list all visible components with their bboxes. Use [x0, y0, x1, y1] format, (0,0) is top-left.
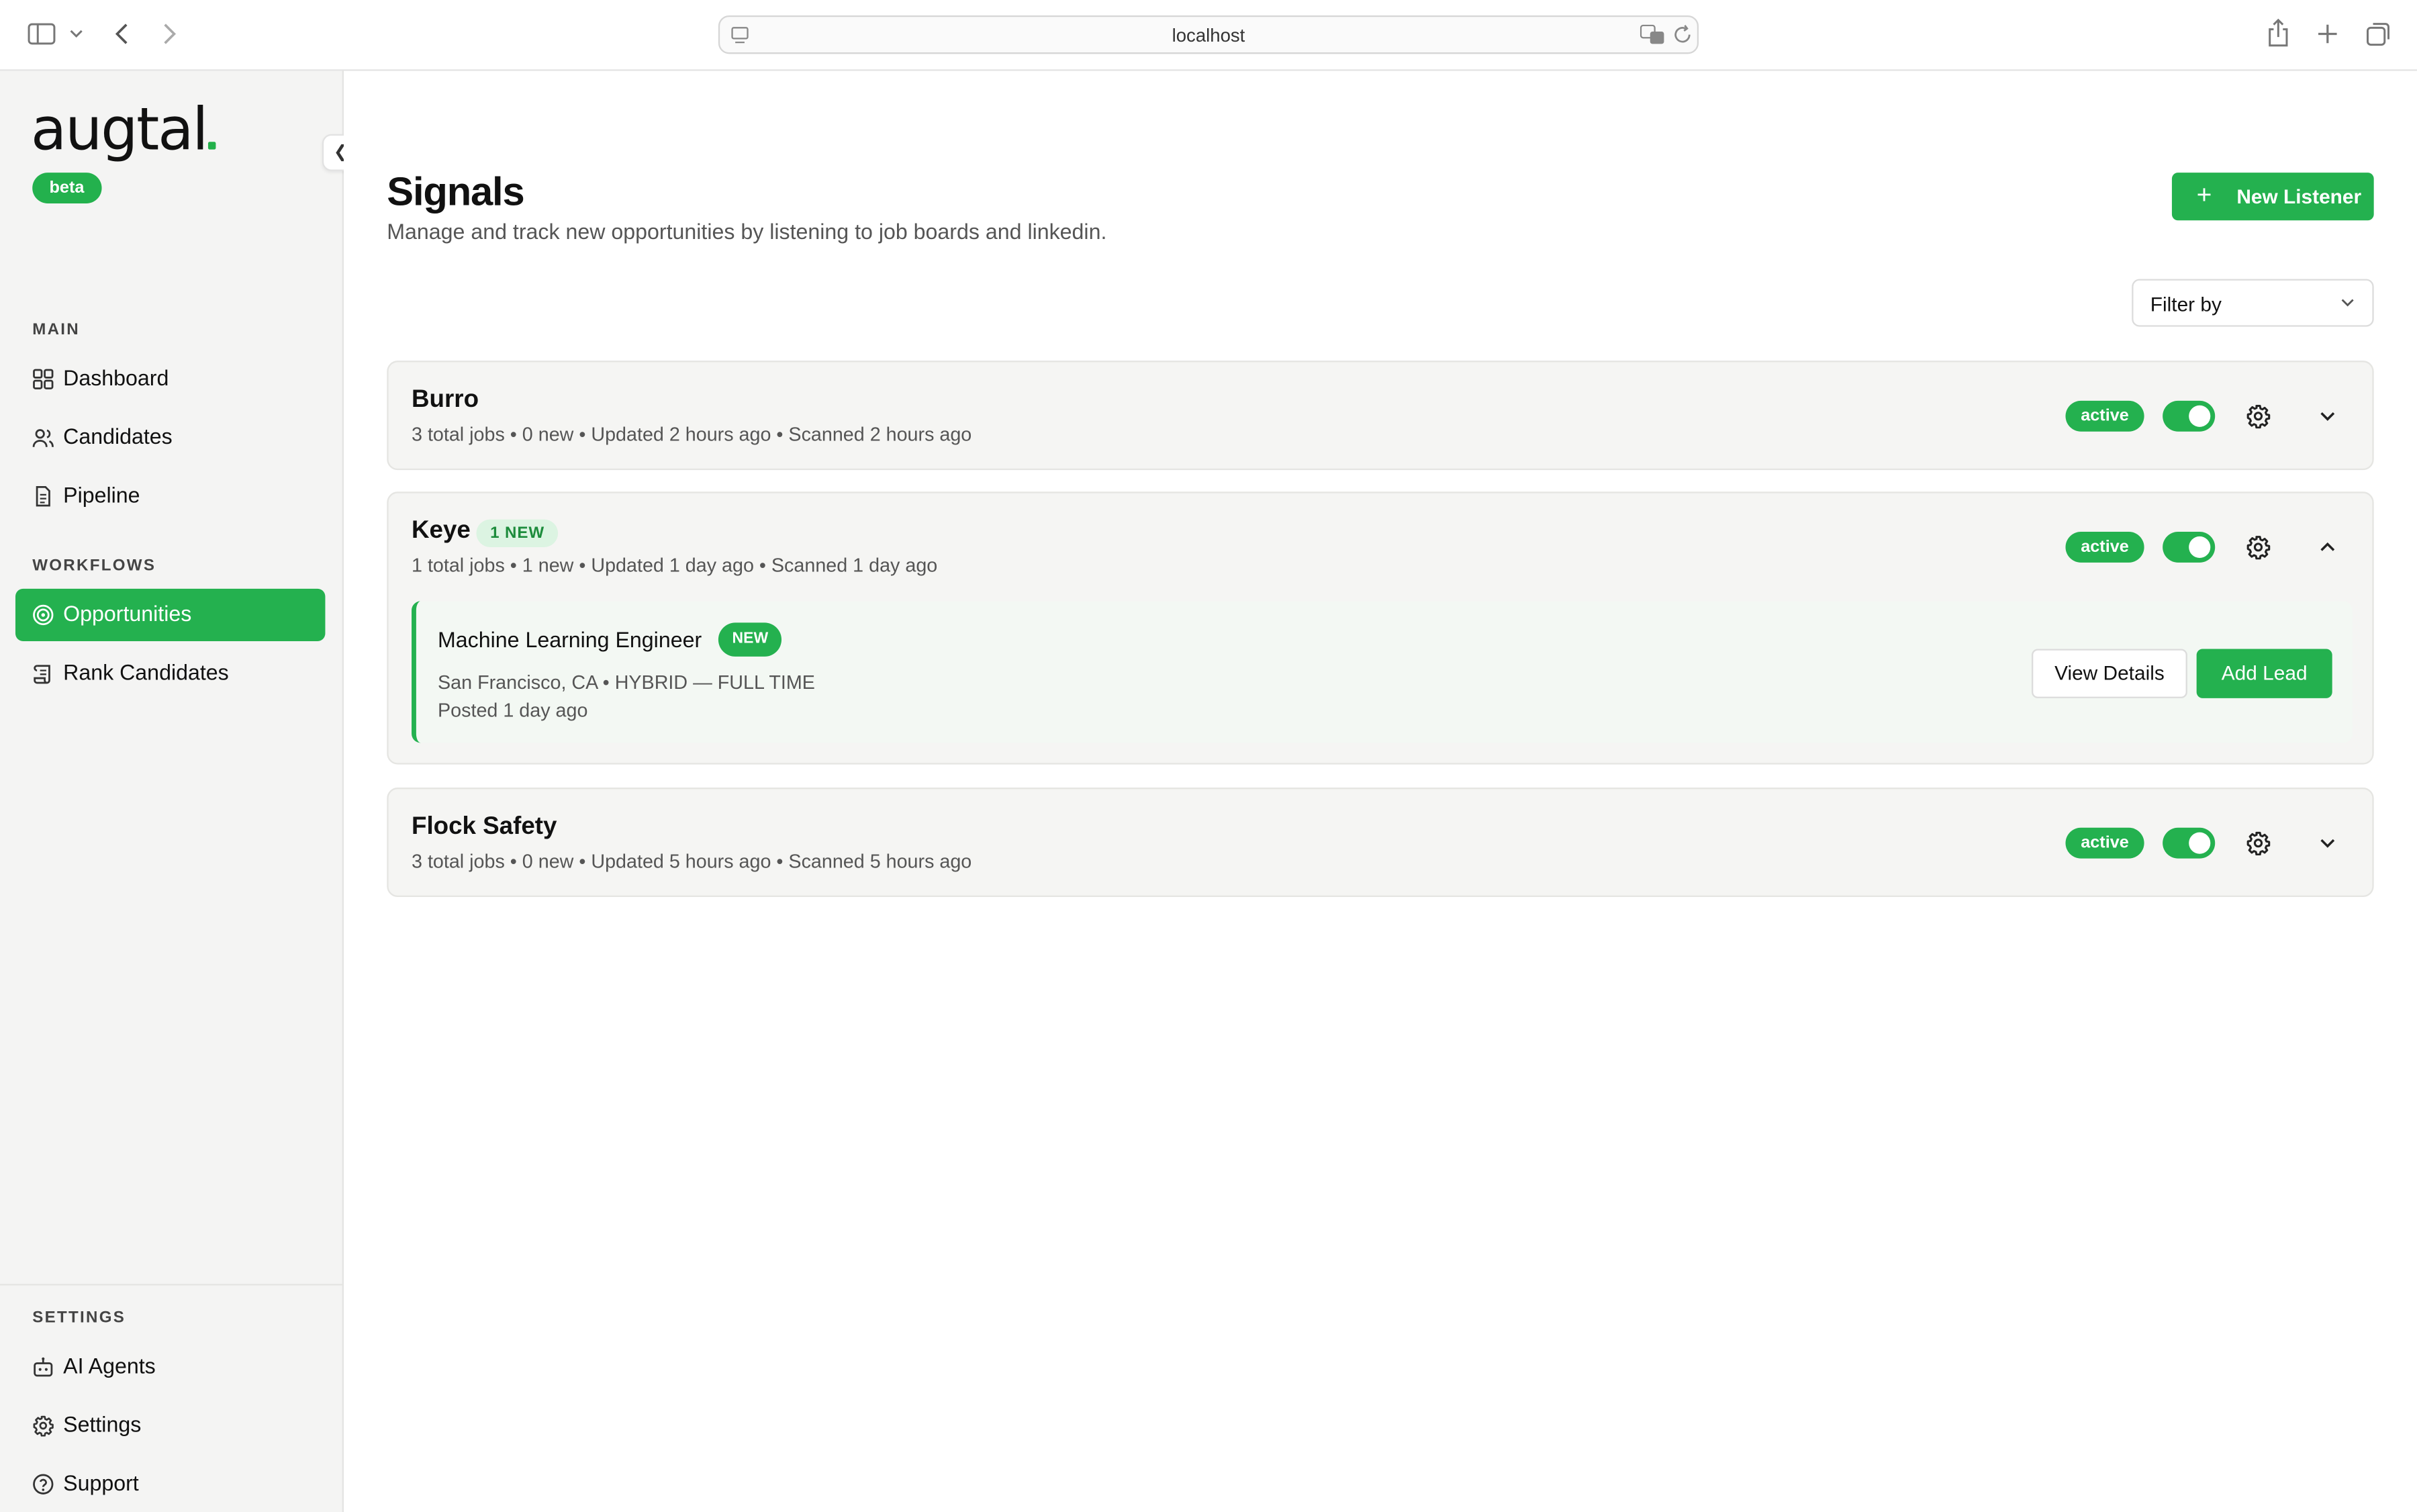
filter-label: Filter by — [2150, 293, 2222, 316]
status-badge: active — [2065, 400, 2144, 432]
sidebar-item-label: AI Agents — [63, 1353, 156, 1378]
section-label-settings: SETTINGS — [32, 1308, 126, 1327]
listener-toggle[interactable] — [2163, 531, 2216, 563]
translate-icon[interactable] — [1640, 24, 1665, 45]
listener-meta: 3 total jobs • 0 new • Updated 2 hours a… — [412, 424, 972, 446]
sidebar-item-label: Rank Candidates — [63, 659, 229, 685]
toggle-knob — [2189, 536, 2211, 559]
beta-badge: beta — [32, 173, 101, 204]
sidebar-item-dashboard[interactable]: Dashboard — [15, 353, 325, 406]
reload-icon[interactable] — [1672, 25, 1693, 45]
add-lead-button[interactable]: Add Lead — [2196, 649, 2332, 698]
plus-icon: + — [2196, 180, 2212, 210]
job-location: San Francisco, CA • HYBRID — FULL TIME — [438, 671, 815, 694]
page-title: Signals — [387, 168, 524, 215]
page-subtitle: Manage and track new opportunities by li… — [387, 218, 1107, 244]
sidebar-item-label: Candidates — [63, 424, 173, 449]
listener-toggle[interactable] — [2163, 400, 2216, 432]
listener-meta: 1 total jobs • 1 new • Updated 1 day ago… — [412, 555, 938, 577]
section-label-main: MAIN — [32, 320, 81, 340]
address-bar[interactable]: localhost — [718, 15, 1699, 54]
grid-icon — [33, 369, 54, 389]
toggle-knob — [2189, 832, 2211, 854]
job-item[interactable]: Machine Learning Engineer NEW San Franci… — [412, 601, 2353, 743]
back-icon[interactable] — [114, 21, 130, 46]
status-badge: active — [2065, 827, 2144, 859]
sidebar-settings-section: SETTINGS AI Agents Settings Support — [0, 1284, 342, 1512]
listener-card-keye[interactable]: Keye 1 NEW 1 total jobs • 1 new • Update… — [387, 491, 2374, 765]
listener-name: Flock Safety — [412, 814, 557, 841]
sidebar-item-settings[interactable]: Settings — [15, 1399, 325, 1452]
forward-icon[interactable] — [162, 21, 177, 46]
sidebar-item-label: Dashboard — [63, 365, 169, 390]
sidebar-item-ai-agents[interactable]: AI Agents — [15, 1341, 325, 1393]
gear-icon — [33, 1415, 54, 1437]
sidebar-item-label: Opportunities — [63, 601, 192, 626]
sidebar-toggle-icon[interactable] — [28, 23, 56, 45]
share-icon[interactable] — [2267, 18, 2289, 48]
chevron-down-icon — [2341, 299, 2354, 307]
listener-meta: 3 total jobs • 0 new • Updated 5 hours a… — [412, 851, 972, 873]
sidebar-item-support[interactable]: Support — [15, 1458, 325, 1511]
users-icon — [32, 429, 54, 447]
filter-select[interactable]: Filter by — [2132, 279, 2374, 327]
job-posted: Posted 1 day ago — [438, 700, 588, 722]
sidebar-item-rank-candidates[interactable]: Rank Candidates — [15, 647, 325, 700]
toggle-knob — [2189, 405, 2211, 427]
sidebar: augtal beta ❮ MAIN Dashboard Candidates … — [0, 70, 359, 1512]
url-text: localhost — [1172, 24, 1245, 46]
logo-text: augtal — [30, 95, 209, 164]
chevron-down-icon[interactable] — [69, 30, 83, 39]
section-label-workflows: WORKFLOWS — [32, 556, 156, 575]
chevron-down-icon[interactable] — [2317, 833, 2338, 854]
logo-dot — [208, 142, 216, 150]
chevron-down-icon[interactable] — [2317, 406, 2338, 427]
listener-name: Burro — [412, 387, 479, 414]
document-icon — [36, 486, 50, 507]
help-circle-icon — [33, 1474, 54, 1495]
new-listener-button[interactable]: + New Listener — [2171, 173, 2374, 221]
scroll-icon — [34, 665, 50, 684]
browser-toolbar: localhost — [0, 0, 2417, 71]
sidebar-item-opportunities[interactable]: Opportunities — [15, 588, 326, 641]
main-content: Signals Manage and track new opportuniti… — [343, 70, 2417, 1512]
new-tab-icon[interactable] — [2317, 23, 2338, 44]
view-details-button[interactable]: View Details — [2031, 649, 2187, 698]
gear-icon[interactable] — [2246, 404, 2271, 429]
tabs-overview-icon[interactable] — [2366, 21, 2391, 46]
listener-card-flock-safety[interactable]: Flock Safety 3 total jobs • 0 new • Upda… — [387, 788, 2374, 898]
sidebar-item-label: Settings — [63, 1411, 142, 1437]
listener-card-burro[interactable]: Burro 3 total jobs • 0 new • Updated 2 h… — [387, 361, 2374, 471]
gear-icon[interactable] — [2246, 831, 2271, 856]
listener-toggle[interactable] — [2163, 827, 2216, 859]
gear-icon[interactable] — [2246, 535, 2271, 560]
bot-icon — [34, 1357, 53, 1377]
sidebar-item-label: Support — [63, 1470, 139, 1495]
listener-name: Keye — [412, 518, 471, 545]
sidebar-item-pipeline[interactable]: Pipeline — [15, 470, 325, 522]
job-new-badge: NEW — [718, 622, 782, 657]
chevron-up-icon[interactable] — [2317, 536, 2338, 558]
status-badge: active — [2065, 531, 2144, 563]
target-icon — [33, 604, 54, 626]
new-listener-label: New Listener — [2236, 185, 2362, 208]
job-title: Machine Learning Engineer — [438, 627, 702, 653]
sidebar-item-candidates[interactable]: Candidates — [15, 412, 325, 464]
sidebar-item-label: Pipeline — [63, 482, 140, 508]
logo[interactable]: augtal — [31, 95, 216, 163]
new-count-badge: 1 NEW — [476, 519, 559, 547]
